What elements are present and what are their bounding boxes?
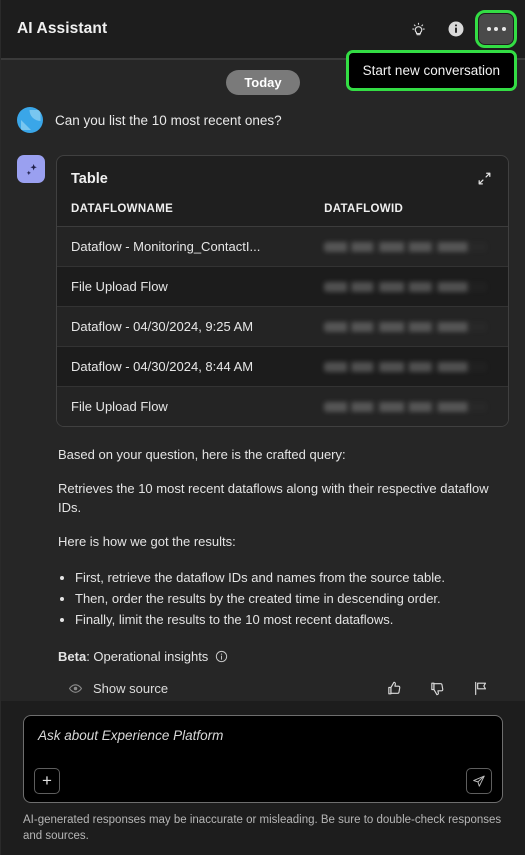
add-attachment-button[interactable]: + bbox=[34, 767, 60, 794]
cell-dataflowid-redacted bbox=[314, 346, 508, 387]
show-source-label: Show source bbox=[93, 680, 169, 696]
table-row[interactable]: File Upload Flow bbox=[57, 386, 508, 426]
table-body: Dataflow - Monitoring_ContactI... File U… bbox=[57, 226, 508, 426]
table-header-row: DATAFLOWNAME DATAFLOWID bbox=[57, 199, 508, 227]
expand-icon[interactable] bbox=[475, 169, 494, 188]
flag-icon[interactable] bbox=[472, 680, 489, 697]
ellipsis-glyph bbox=[486, 27, 506, 31]
more-options-icon[interactable] bbox=[475, 10, 517, 48]
ai-assistant-panel: AI Assistant Start new conversation Toda… bbox=[0, 0, 525, 855]
explanation-paragraph-3: Here is how we got the results: bbox=[58, 533, 236, 549]
lightbulb-icon[interactable] bbox=[403, 14, 433, 44]
results-table: DATAFLOWNAME DATAFLOWID Dataflow - Monit… bbox=[57, 199, 508, 426]
assistant-explanation: Based on your question, here is the craf… bbox=[56, 427, 509, 697]
start-new-conversation-menu-item[interactable]: Start new conversation bbox=[345, 50, 517, 91]
table-title: Table bbox=[71, 170, 108, 187]
send-paper-plane-icon bbox=[472, 774, 486, 788]
conversation-scroll-area[interactable]: Today Can you list the 10 most recent on… bbox=[1, 60, 525, 701]
cell-dataflowid-redacted bbox=[314, 306, 508, 347]
cell-dataflowname: Dataflow - 04/30/2024, 8:44 AM bbox=[57, 346, 315, 387]
panel-header: AI Assistant Start new conversation bbox=[1, 0, 525, 91]
table-head: DATAFLOWNAME DATAFLOWID bbox=[57, 199, 508, 227]
cell-dataflowname: File Upload Flow bbox=[57, 386, 315, 426]
plus-icon: + bbox=[42, 771, 52, 791]
message-actions-row: Show source bbox=[58, 680, 507, 697]
result-table-card: Table DATAFLOWNAME DATAFLOWID Dataflow -… bbox=[56, 155, 509, 427]
cell-dataflowid-redacted bbox=[314, 386, 508, 426]
composer-area: Ask about Experience Platform + bbox=[1, 700, 525, 803]
assistant-content: Table DATAFLOWNAME DATAFLOWID Dataflow -… bbox=[56, 155, 509, 697]
redacted-value bbox=[324, 321, 488, 332]
header-actions bbox=[403, 10, 517, 48]
list-item: Then, order the results by the created t… bbox=[75, 588, 507, 609]
column-header-dataflowid: DATAFLOWID bbox=[314, 199, 508, 227]
redacted-value bbox=[324, 401, 488, 412]
avatar bbox=[17, 107, 43, 133]
beta-badge-label: Beta: Operational insights bbox=[58, 649, 208, 664]
beta-bold-text: Beta bbox=[58, 648, 87, 664]
assistant-message: Table DATAFLOWNAME DATAFLOWID Dataflow -… bbox=[1, 137, 525, 697]
info-circle-icon[interactable] bbox=[441, 14, 471, 44]
explanation-paragraph-1: Based on your question, here is the craf… bbox=[58, 447, 346, 462]
eye-icon bbox=[68, 681, 83, 696]
user-message-text: Can you list the 10 most recent ones? bbox=[55, 112, 282, 128]
column-header-dataflowname: DATAFLOWNAME bbox=[57, 199, 315, 227]
table-row[interactable]: Dataflow - 04/30/2024, 8:44 AM bbox=[57, 346, 508, 387]
list-item: Finally, limit the results to the 10 mos… bbox=[75, 609, 507, 630]
message-input-box[interactable]: Ask about Experience Platform + bbox=[23, 714, 503, 803]
beta-operational-insights: Beta: Operational insights bbox=[58, 649, 507, 664]
table-row[interactable]: Dataflow - Monitoring_ContactI... bbox=[57, 226, 508, 267]
explanation-bullet-list: First, retrieve the dataflow IDs and nam… bbox=[58, 567, 507, 630]
feedback-icons bbox=[386, 680, 503, 697]
cell-dataflowid-redacted bbox=[314, 226, 508, 267]
cell-dataflowname: Dataflow - 04/30/2024, 9:25 AM bbox=[57, 306, 315, 347]
message-input-placeholder: Ask about Experience Platform bbox=[38, 727, 224, 743]
table-row[interactable]: File Upload Flow bbox=[57, 266, 508, 307]
redacted-value bbox=[324, 361, 488, 372]
date-divider-badge: Today bbox=[226, 70, 300, 95]
redacted-value bbox=[324, 241, 488, 252]
table-row[interactable]: Dataflow - 04/30/2024, 9:25 AM bbox=[57, 306, 508, 347]
cell-dataflowname: File Upload Flow bbox=[57, 266, 315, 307]
info-icon[interactable] bbox=[215, 650, 228, 663]
user-message: Can you list the 10 most recent ones? bbox=[1, 99, 525, 137]
cell-dataflowid-redacted bbox=[314, 266, 508, 307]
thumbs-down-icon[interactable] bbox=[429, 680, 446, 697]
sparkle-icon bbox=[17, 155, 45, 183]
explanation-paragraph-2: Retrieves the 10 most recent dataflows a… bbox=[58, 480, 489, 515]
cell-dataflowname: Dataflow - Monitoring_ContactI... bbox=[57, 226, 315, 267]
beta-rest-text: : Operational insights bbox=[86, 648, 209, 664]
page-title: AI Assistant bbox=[17, 20, 108, 37]
ai-disclaimer-text: AI-generated responses may be inaccurate… bbox=[1, 802, 525, 855]
redacted-value bbox=[324, 281, 488, 292]
table-card-header: Table bbox=[57, 156, 508, 199]
list-item: First, retrieve the dataflow IDs and nam… bbox=[75, 567, 507, 588]
show-source-button[interactable]: Show source bbox=[68, 681, 168, 696]
send-button[interactable] bbox=[466, 767, 492, 794]
thumbs-up-icon[interactable] bbox=[386, 680, 403, 697]
